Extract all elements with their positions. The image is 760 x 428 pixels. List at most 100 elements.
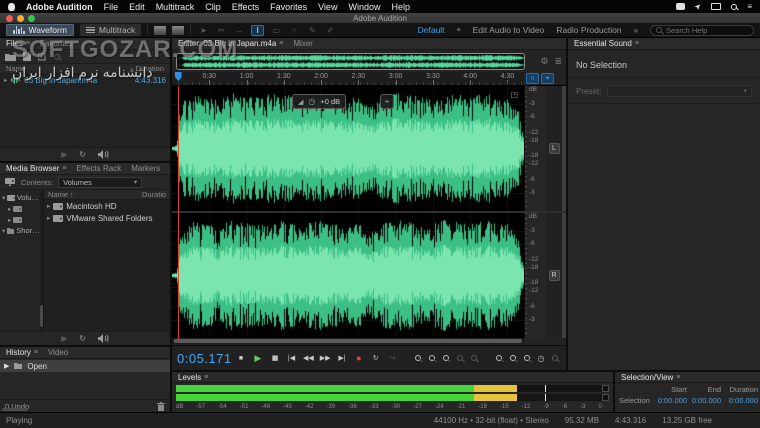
menu-item-multitrack[interactable]: Multitrack — [156, 2, 195, 12]
tab-favorites[interactable]: Favorites — [40, 39, 73, 48]
playhead-caret[interactable] — [175, 72, 182, 81]
pin-toggle-button[interactable]: ⌖ — [541, 73, 554, 84]
spectral-frequency-icon[interactable] — [154, 26, 166, 35]
tab-selection-view[interactable]: Selection/View ≡ — [621, 373, 680, 382]
tab-history[interactable]: History ≡ — [6, 348, 38, 357]
panel-menu-icon[interactable]: ≡ — [34, 349, 38, 356]
menu-item-effects[interactable]: Effects — [232, 2, 259, 12]
pencil-tool-icon[interactable]: ✎ — [306, 26, 318, 35]
panel-menu-icon[interactable]: ≡ — [26, 40, 30, 47]
multitrack-view-button[interactable]: Multitrack — [80, 24, 141, 36]
media-column-duration[interactable]: Duration — [142, 190, 166, 199]
clip-indicator-left[interactable] — [602, 385, 609, 392]
selection-end-value[interactable]: 0:00.000 — [687, 396, 721, 405]
tab-files[interactable]: Files ≡ — [6, 39, 30, 48]
disclosure-icon[interactable]: ▸ — [8, 216, 11, 224]
panel-menu-icon[interactable]: ≡ — [676, 374, 680, 381]
timeline-ruler[interactable]: 0:301:001:302:002:303:003:304:004:30 — [172, 72, 524, 86]
files-column-name[interactable]: Name — [6, 64, 26, 73]
disclosure-icon[interactable]: ▸ — [8, 205, 11, 213]
import-file-icon[interactable] — [23, 52, 31, 61]
menu-item-window[interactable]: Window — [348, 2, 380, 12]
marquee-tool-icon[interactable]: ▭ — [270, 26, 282, 35]
pause-button[interactable]: ▮▮ — [267, 351, 282, 366]
media-play-button[interactable]: ▶ — [61, 335, 67, 343]
search-help-box[interactable] — [650, 25, 754, 36]
record-button[interactable]: ● — [351, 351, 366, 366]
waveform-channel-left[interactable] — [172, 86, 524, 211]
tab-editor[interactable]: Editor: 03 Big in Japan.m4a ≡ — [178, 39, 283, 48]
move-tool-icon[interactable]: ➤ — [197, 26, 209, 35]
stop-button[interactable]: ■ — [234, 351, 249, 366]
editor-settings-icon[interactable]: ⚙ — [540, 56, 548, 67]
editor-display-icon[interactable]: ≣ — [554, 56, 562, 67]
hud-volume-icon[interactable]: ◢ — [298, 98, 303, 106]
db-scale-left[interactable]: dB-3-3-6-6-12-12-18-18 — [524, 86, 546, 211]
display-icon[interactable] — [711, 3, 721, 10]
menu-item-view[interactable]: View — [318, 2, 337, 12]
hud-gain-value[interactable]: +0 dB — [320, 97, 340, 106]
monitor-toggle-button[interactable]: ∩ — [526, 73, 539, 84]
brush-tool-icon[interactable]: ✐ — [324, 26, 336, 35]
menu-item-file[interactable]: File — [104, 2, 119, 12]
drive-add-icon[interactable] — [5, 178, 16, 186]
move-to-next-button[interactable]: ▶| — [335, 351, 350, 366]
selection-duration-value[interactable]: 0:00.000 — [721, 396, 758, 405]
tree-item-drive[interactable]: ▸ — [0, 214, 43, 225]
zoom-in-amplitude-button[interactable] — [493, 351, 505, 366]
hud-clock-icon[interactable]: ◷ — [308, 97, 315, 106]
slip-tool-icon[interactable]: ↔ — [233, 26, 245, 35]
location-icon[interactable]: ➤ — [693, 1, 703, 11]
tab-mixer[interactable]: Mixer — [293, 39, 313, 48]
media-column-name[interactable]: Name — [48, 190, 68, 199]
levels-meter[interactable]: dB-57-54-51-48-45-42-39-36-33-30-27-24-2… — [172, 383, 613, 412]
waveform-canvas-left[interactable] — [172, 86, 524, 211]
spectral-pitch-icon[interactable] — [172, 26, 184, 35]
media-row-macintosh-hd[interactable]: ▸ Macintosh HD — [44, 200, 170, 212]
panel-menu-icon[interactable]: ≡ — [279, 40, 283, 47]
menu-app-name[interactable]: Adobe Audition — [26, 2, 93, 12]
reset-zoom-button[interactable]: ◷ — [535, 351, 547, 366]
contents-dropdown[interactable]: Volumes ▾ — [58, 177, 142, 188]
time-selection-tool-icon[interactable]: I — [251, 25, 264, 36]
overview-navigator[interactable] — [176, 53, 525, 70]
tree-item-drive[interactable]: ▸ — [0, 203, 43, 214]
files-search-icon[interactable] — [54, 54, 60, 60]
clip-indicator-right[interactable] — [602, 394, 609, 401]
disclosure-icon[interactable]: ▾ — [2, 194, 5, 202]
menu-item-clip[interactable]: Clip — [205, 2, 221, 12]
disclosure-icon[interactable]: ▾ — [2, 227, 5, 235]
file-row[interactable]: ▸ 03 Big in Japan.m4a 4:43.316 — [0, 74, 170, 86]
tree-item-volumes[interactable]: ▾ Volumes — [0, 192, 43, 203]
workspace-more-icon[interactable]: » — [634, 26, 638, 35]
editor-vscrollbar[interactable] — [562, 86, 566, 211]
zoom-in-outpoint-button[interactable] — [468, 351, 480, 366]
tab-media-browser[interactable]: Media Browser ≡ — [6, 164, 66, 173]
skip-selection-button[interactable]: ↪ — [385, 351, 400, 366]
menu-item-edit[interactable]: Edit — [129, 2, 145, 12]
panel-menu-icon[interactable]: ≡ — [204, 374, 208, 381]
waveform-channel-right[interactable] — [172, 213, 524, 338]
overview-waveform-canvas[interactable] — [177, 54, 524, 69]
zoom-out-amplitude-button[interactable] — [507, 351, 519, 366]
search-help-input[interactable] — [666, 26, 746, 35]
panel-menu-icon[interactable]: ≡ — [62, 165, 66, 172]
disclosure-icon[interactable]: ▸ — [47, 214, 50, 222]
waveform-display[interactable]: 0:301:001:302:002:303:003:304:004:30 ◢ ◷… — [172, 72, 524, 345]
disclosure-icon[interactable]: ▸ — [4, 76, 7, 84]
zoom-in-time-button[interactable] — [412, 351, 424, 366]
workspace-edit-audio-to-video[interactable]: Edit Audio to Video — [473, 25, 545, 35]
lasso-tool-icon[interactable]: ○ — [288, 26, 300, 35]
waveform-canvas-right[interactable] — [172, 213, 524, 338]
notification-icon[interactable] — [676, 3, 685, 10]
channel-badge-right[interactable]: R — [549, 270, 560, 281]
preset-dropdown[interactable]: ▾ — [607, 85, 752, 97]
db-scale-right[interactable]: dB-3-3-6-6-12-12-18-18 — [524, 213, 546, 338]
panel-menu-icon[interactable]: ≡ — [635, 40, 639, 47]
new-file-icon[interactable] — [38, 53, 47, 61]
disclosure-icon[interactable]: ▸ — [47, 202, 50, 210]
zoom-extra-button[interactable] — [549, 351, 561, 366]
history-hscroll-thumb[interactable] — [2, 408, 28, 411]
razor-tool-icon[interactable]: ✂ — [215, 26, 227, 35]
tree-item-shortcuts[interactable]: ▾ Shortcuts — [0, 225, 43, 236]
